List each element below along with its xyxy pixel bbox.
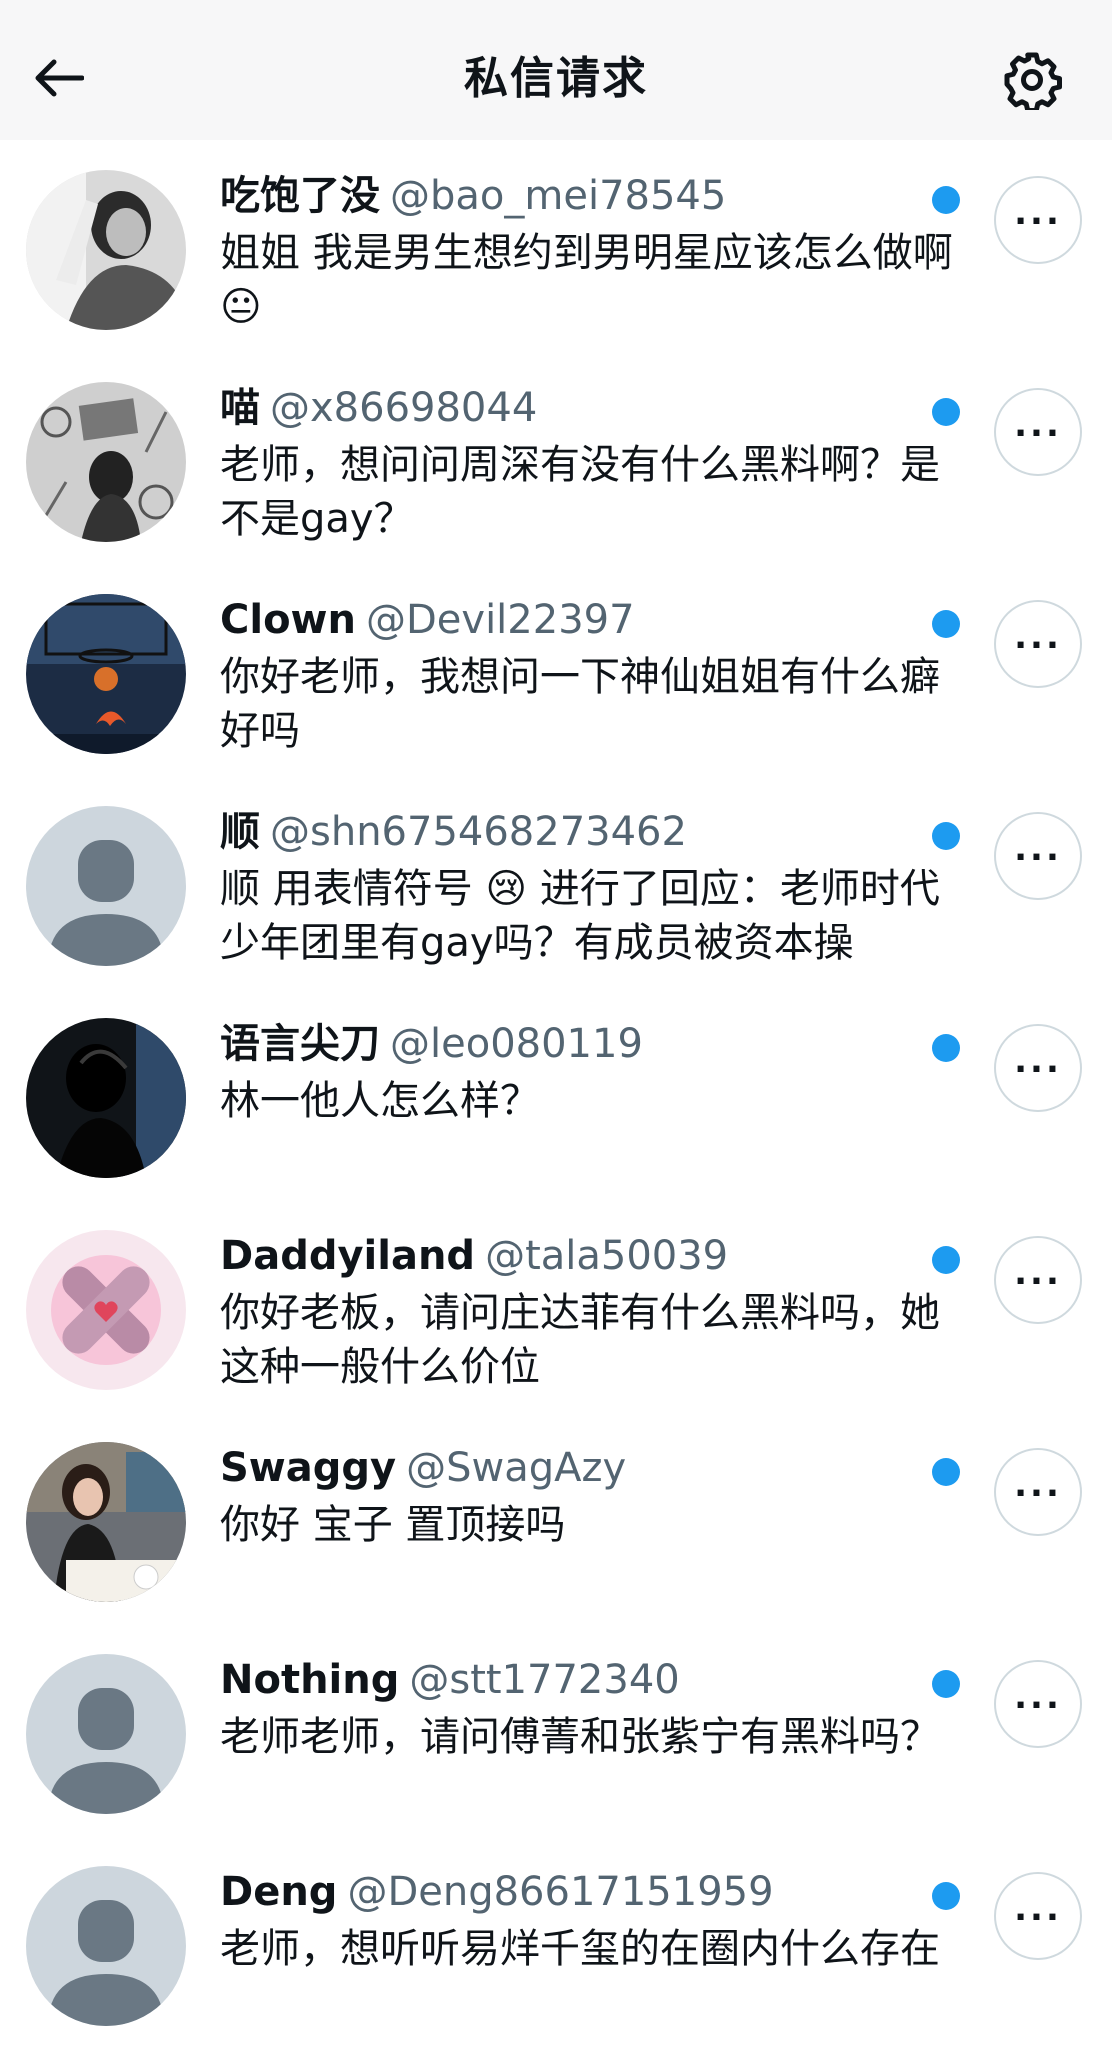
username-handle: @bao_mei78545 — [390, 173, 727, 219]
more-options-button[interactable]: ... — [994, 600, 1082, 688]
more-horizontal-icon: ... — [1014, 1041, 1062, 1081]
username-handle: @tala50039 — [485, 1233, 729, 1279]
more-options-button[interactable]: ... — [994, 1024, 1082, 1112]
more-options-button[interactable]: ... — [994, 1872, 1082, 1960]
display-name: Nothing — [220, 1657, 400, 1703]
username-handle: @stt1772340 — [409, 1657, 680, 1703]
unread-dot-icon — [932, 822, 960, 850]
display-name: Daddyiland — [220, 1233, 476, 1279]
unread-dot-icon — [932, 186, 960, 214]
sender-line: Deng @Deng86617151959 — [220, 1866, 920, 1918]
sender-line: Nothing @stt1772340 — [220, 1654, 920, 1706]
more-horizontal-icon: ... — [1014, 405, 1062, 445]
message-request-row[interactable]: Nothing @stt1772340 老师老师，请问傅菁和张紫宁有黑料吗？... — [0, 1624, 1112, 1836]
more-horizontal-icon: ... — [1014, 1889, 1062, 1929]
display-name: Deng — [220, 1869, 338, 1915]
message-preview: 林一他人怎么样？ — [220, 1078, 540, 1124]
username-handle: @leo080119 — [390, 1021, 643, 1067]
display-name: Clown — [220, 597, 356, 643]
message-request-row[interactable]: Clown @Devil22397 你好老师，我想问一下神仙姐姐有什么癖好吗... — [0, 564, 1112, 776]
username-handle: @Devil22397 — [365, 597, 635, 643]
unread-dot-icon — [932, 1458, 960, 1486]
avatar[interactable] — [26, 594, 186, 754]
message-request-list: 吃饱了没 @bao_mei78545 姐姐 我是男生想约到男明星应该怎么做啊😐...… — [0, 140, 1112, 2048]
more-options-button[interactable]: ... — [994, 1236, 1082, 1324]
username-handle: @Deng86617151959 — [347, 1869, 774, 1915]
sender-line: Clown @Devil22397 — [220, 594, 920, 646]
avatar[interactable] — [26, 1866, 186, 2026]
sender-line: 吃饱了没 @bao_mei78545 — [220, 170, 920, 222]
more-options-button[interactable]: ... — [994, 812, 1082, 900]
message-request-row[interactable]: 顺 @shn675468273462 顺 用表情符号 😢 进行了回应：老师时代少年团… — [0, 776, 1112, 988]
display-name: 语言尖刀 — [220, 1021, 380, 1067]
more-horizontal-icon: ... — [1014, 1253, 1062, 1293]
sender-line: 顺 @shn675468273462 — [220, 806, 920, 858]
unread-dot-icon — [932, 1246, 960, 1274]
sender-line: Daddyiland @tala50039 — [220, 1230, 920, 1282]
message-preview: 顺 用表情符号 😢 进行了回应：老师时代少年团里有gay吗？有成员被资本操 — [220, 866, 940, 966]
avatar[interactable] — [26, 1018, 186, 1178]
avatar[interactable] — [26, 170, 186, 330]
more-horizontal-icon: ... — [1014, 1465, 1062, 1505]
sender-line: Swaggy @SwagAzy — [220, 1442, 920, 1494]
message-request-row[interactable]: Daddyiland @tala50039 你好老板，请问庄达菲有什么黑料吗，她这种… — [0, 1200, 1112, 1412]
unread-dot-icon — [932, 1670, 960, 1698]
message-request-row[interactable]: 吃饱了没 @bao_mei78545 姐姐 我是男生想约到男明星应该怎么做啊😐... — [0, 140, 1112, 352]
unread-dot-icon — [932, 1034, 960, 1062]
more-options-button[interactable]: ... — [994, 1660, 1082, 1748]
message-preview: 老师，想问问周深有没有什么黑料啊？是不是gay？ — [220, 442, 940, 542]
sender-line: 喵 @x86698044 — [220, 382, 920, 434]
message-request-row[interactable]: 喵 @x86698044 老师，想问问周深有没有什么黑料啊？是不是gay？... — [0, 352, 1112, 564]
unread-dot-icon — [932, 1882, 960, 1910]
message-preview: 姐姐 我是男生想约到男明星应该怎么做啊😐 — [220, 230, 953, 330]
more-horizontal-icon: ... — [1014, 1677, 1062, 1717]
message-preview: 你好 宝子 置顶接吗 — [220, 1502, 566, 1548]
unread-dot-icon — [932, 610, 960, 638]
message-request-row[interactable]: 语言尖刀 @leo080119 林一他人怎么样？... — [0, 988, 1112, 1200]
display-name: 喵 — [220, 385, 260, 431]
message-preview: 你好老师，我想问一下神仙姐姐有什么癖好吗 — [220, 654, 940, 754]
username-handle: @SwagAzy — [406, 1445, 627, 1491]
avatar[interactable] — [26, 1654, 186, 1814]
unread-dot-icon — [932, 398, 960, 426]
sender-line: 语言尖刀 @leo080119 — [220, 1018, 920, 1070]
settings-button[interactable] — [1000, 48, 1064, 112]
message-request-row[interactable]: Swaggy @SwagAzy 你好 宝子 置顶接吗... — [0, 1412, 1112, 1624]
username-handle: @shn675468273462 — [270, 809, 687, 855]
more-horizontal-icon: ... — [1014, 617, 1062, 657]
avatar[interactable] — [26, 1442, 186, 1602]
avatar[interactable] — [26, 1230, 186, 1390]
display-name: Swaggy — [220, 1445, 397, 1491]
display-name: 顺 — [220, 809, 260, 855]
message-request-row[interactable]: Deng @Deng86617151959 老师，想听听易烊千玺的在圈内什么存在..… — [0, 1836, 1112, 2048]
message-preview: 你好老板，请问庄达菲有什么黑料吗，她这种一般什么价位 — [220, 1290, 940, 1390]
avatar[interactable] — [26, 806, 186, 966]
more-horizontal-icon: ... — [1014, 829, 1062, 869]
message-preview: 老师，想听听易烊千玺的在圈内什么存在 — [220, 1926, 940, 1972]
display-name: 吃饱了没 — [220, 173, 380, 219]
page-title: 私信请求 — [464, 53, 648, 104]
message-preview: 老师老师，请问傅菁和张紫宁有黑料吗？ — [220, 1714, 940, 1760]
top-bar: 私信请求 — [0, 0, 1112, 140]
gear-icon — [1004, 52, 1062, 110]
more-options-button[interactable]: ... — [994, 176, 1082, 264]
more-options-button[interactable]: ... — [994, 1448, 1082, 1536]
avatar[interactable] — [26, 382, 186, 542]
username-handle: @x86698044 — [270, 385, 538, 431]
more-options-button[interactable]: ... — [994, 388, 1082, 476]
more-horizontal-icon: ... — [1014, 193, 1062, 233]
